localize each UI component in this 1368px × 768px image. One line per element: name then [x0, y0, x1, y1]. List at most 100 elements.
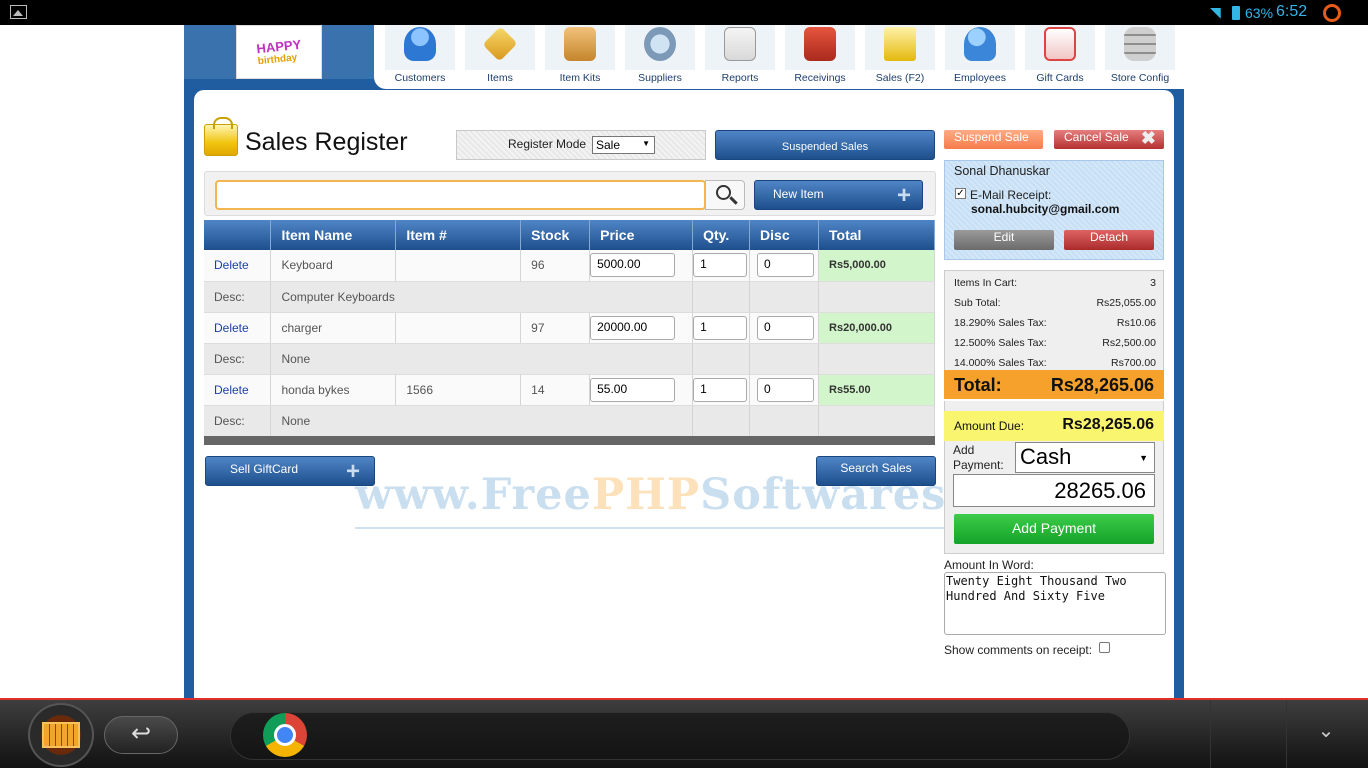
menu-chevron-icon[interactable]: ⌄	[1312, 718, 1340, 746]
register-mode-box: Register Mode Sale	[456, 130, 706, 160]
nav-items[interactable]: Items	[460, 25, 540, 87]
quantity-input[interactable]: 1	[693, 253, 748, 278]
column-header[interactable]: Total	[818, 220, 935, 250]
top-nav: Customers Items Item Kits Suppliers Repo…	[380, 25, 1180, 87]
register-mode-select[interactable]: Sale	[592, 136, 655, 154]
nav-reports[interactable]: Reports	[700, 25, 780, 87]
detach-customer-button[interactable]: Detach	[1064, 230, 1154, 250]
summary-label: Items In Cart:	[954, 277, 1018, 289]
battery-percentage: 63%	[1245, 5, 1274, 21]
item-number: 1566	[395, 374, 522, 406]
plus-icon: +	[897, 182, 912, 209]
summary-value: Rs10.06	[1116, 317, 1156, 329]
discount-input[interactable]: 0	[757, 377, 815, 402]
nav-employees[interactable]: Employees	[940, 25, 1020, 87]
company-logo[interactable]: HAPPY birthday	[236, 25, 322, 79]
show-comments-checkbox[interactable]	[1099, 642, 1110, 653]
desc-label: Desc:	[204, 281, 272, 313]
nav-receivings[interactable]: Receivings	[780, 25, 860, 87]
nav-label: Gift Cards	[1036, 72, 1084, 84]
price-input[interactable]: 5000.00	[590, 253, 676, 278]
amount-in-word-textarea[interactable]: Twenty Eight Thousand Two Hundred And Si…	[944, 572, 1166, 635]
item-description: None	[270, 405, 590, 437]
home-button[interactable]	[28, 703, 94, 767]
table-row: Delete charger 97 20000.00 1 0 Rs20,000.…	[204, 312, 935, 344]
payment-type-value: Cash	[1020, 444, 1072, 469]
summary-label: 12.500% Sales Tax:	[954, 337, 1047, 349]
nav-label: Item Kits	[559, 72, 601, 84]
nav-store-config[interactable]: Store Config	[1100, 25, 1180, 87]
nav-customers[interactable]: Customers	[380, 25, 460, 87]
nav-item-kits[interactable]: Item Kits	[540, 25, 620, 87]
price-input[interactable]: 55.00	[590, 377, 676, 402]
nav-label: Suppliers	[638, 72, 682, 84]
table-row-description: Desc: None	[204, 343, 935, 375]
speedometer-icon	[1323, 4, 1341, 22]
column-header[interactable]: Price	[589, 220, 694, 250]
item-search-input[interactable]	[215, 180, 706, 210]
column-header[interactable]: Item Name	[270, 220, 397, 250]
new-item-label: New Item	[773, 187, 824, 201]
table-header: Item Name Item # Stock Price Qty. Disc T…	[204, 220, 935, 250]
email-receipt-label: E-Mail Receipt:	[970, 188, 1052, 202]
divider	[1286, 700, 1287, 768]
nav-label: Receivings	[794, 72, 846, 84]
back-button[interactable]: ↩	[104, 716, 178, 754]
chrome-icon[interactable]	[263, 713, 307, 757]
item-name: charger	[270, 312, 397, 344]
edit-customer-button[interactable]: Edit	[954, 230, 1054, 250]
column-header[interactable]: Disc	[749, 220, 820, 250]
nav-label: Employees	[954, 72, 1006, 84]
column-header[interactable]: Item #	[395, 220, 522, 250]
delete-link[interactable]: Delete	[204, 312, 272, 344]
reports-icon	[724, 27, 756, 61]
search-button[interactable]	[705, 180, 745, 210]
quantity-input[interactable]: 1	[693, 315, 748, 340]
status-bar: ◥ 63% 6:52	[0, 0, 1368, 25]
column-header	[204, 220, 272, 250]
nav-gift-cards[interactable]: Gift Cards	[1020, 25, 1100, 87]
price-input[interactable]: 20000.00	[590, 315, 676, 340]
delete-link[interactable]: Delete	[204, 250, 272, 282]
item-description: None	[270, 343, 590, 375]
cancel-sale-label: Cancel Sale	[1064, 130, 1129, 144]
column-header[interactable]: Qty.	[692, 220, 751, 250]
item-name: honda bykes	[270, 374, 397, 406]
suspended-sales-button[interactable]: Suspended Sales	[715, 130, 935, 160]
customer-name: Sonal Dhanuskar	[954, 164, 1050, 178]
sell-giftcard-button[interactable]: Sell GiftCard +	[205, 456, 375, 486]
table-row: Delete Keyboard 96 5000.00 1 0 Rs5,000.0…	[204, 250, 935, 282]
summary-value: 3	[1150, 277, 1156, 289]
email-receipt-checkbox[interactable]: ✓	[955, 188, 966, 199]
nav-suppliers[interactable]: Suppliers	[620, 25, 700, 87]
wifi-icon: ◥	[1210, 4, 1221, 20]
discount-input[interactable]: 0	[757, 315, 815, 340]
new-item-button[interactable]: New Item +	[754, 180, 923, 210]
summary-value: Rs2,500.00	[1102, 337, 1156, 349]
page-title: Sales Register	[245, 128, 408, 156]
nav-label: Sales (F2)	[875, 72, 925, 84]
item-name: Keyboard	[270, 250, 397, 282]
payment-amount-input[interactable]: 28265.06	[953, 474, 1155, 507]
summary-value: Rs700.00	[1111, 357, 1156, 369]
summary-value: Rs25,055.00	[1096, 297, 1156, 309]
table-row-description: Desc: None	[204, 405, 935, 437]
summary-label: Sub Total:	[954, 297, 1001, 309]
employees-icon	[964, 27, 996, 61]
item-total: Rs55.00	[818, 374, 935, 406]
delete-link[interactable]: Delete	[204, 374, 272, 406]
amount-due-label: Amount Due:	[954, 419, 1025, 433]
discount-input[interactable]: 0	[757, 253, 815, 278]
sales-icon	[884, 27, 916, 61]
payment-type-select[interactable]: Cash	[1015, 442, 1155, 473]
watermark-underline	[355, 527, 955, 529]
add-payment-label: Add Payment:	[953, 443, 1004, 472]
item-stock: 14	[520, 374, 591, 406]
cancel-sale-button[interactable]: Cancel Sale ✖	[1054, 129, 1164, 149]
nav-sales[interactable]: Sales (F2)	[860, 25, 940, 87]
customers-icon	[404, 27, 436, 61]
suspend-sale-button[interactable]: Suspend Sale	[944, 130, 1043, 149]
column-header[interactable]: Stock	[520, 220, 591, 250]
add-payment-button[interactable]: Add Payment	[954, 514, 1154, 544]
quantity-input[interactable]: 1	[693, 377, 748, 402]
